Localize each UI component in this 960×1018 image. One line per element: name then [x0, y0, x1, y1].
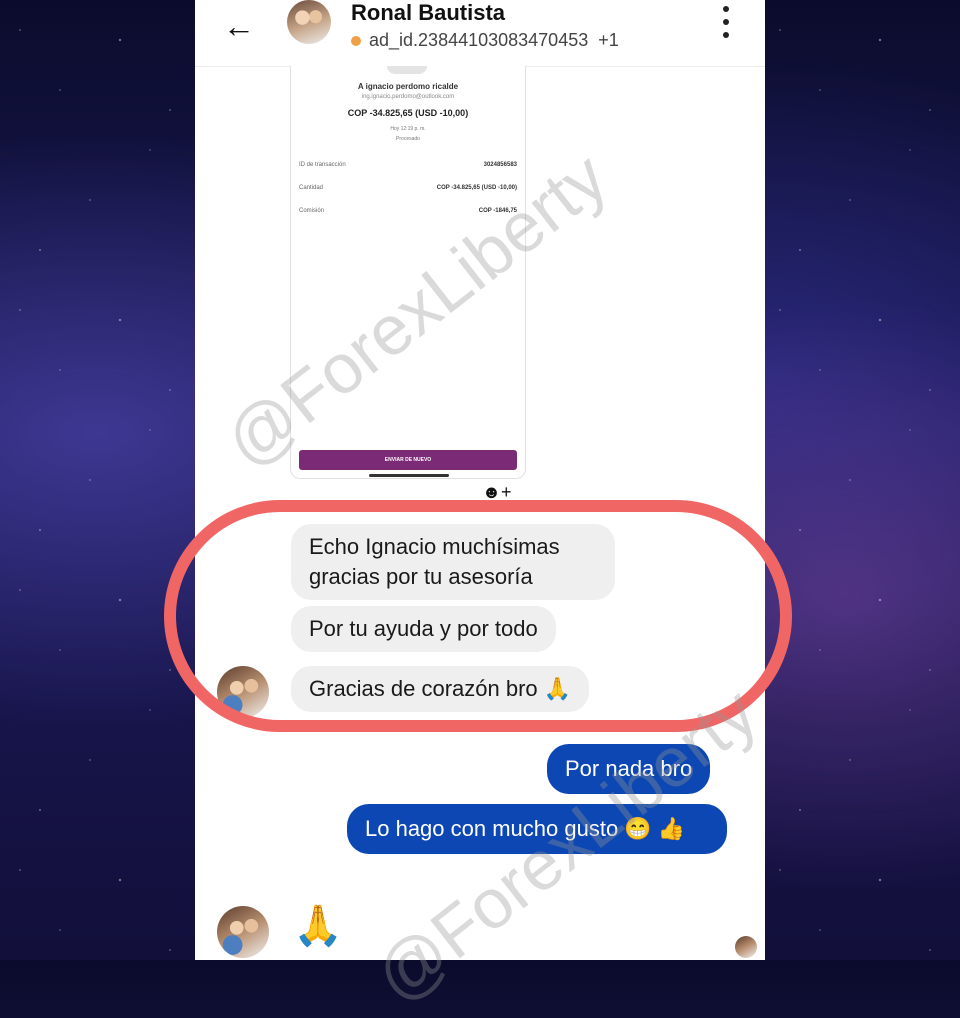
incoming-message[interactable]: Gracias de corazón bro 🙏	[291, 666, 590, 712]
receipt-row-value: 3024856583	[483, 162, 517, 168]
ad-id-text: ad_id.23844103083470453	[369, 30, 589, 50]
receipt-row-label: Cantidad	[299, 185, 324, 191]
receipt-row: ID de transacción 3024856583	[299, 162, 517, 168]
contact-subtitle: ad_id.23844103083470453 +1	[351, 30, 619, 51]
receipt-row: Cantidad COP -34.825,65 (USD -10,00)	[299, 185, 517, 191]
receipt-amount: COP -34.825,65 (USD -10,00)	[347, 108, 469, 118]
contact-name[interactable]: Ronal Bautista	[351, 0, 505, 26]
receipt-row-value: COP -1846,75	[478, 208, 517, 214]
home-indicator	[369, 474, 449, 477]
receipt-row-label: ID de transacción	[299, 162, 346, 168]
receipt-top-handle	[387, 66, 427, 74]
incoming-message[interactable]: Echo Ignacio muchísimas gracias por tu a…	[291, 524, 615, 600]
outgoing-message[interactable]: Por nada bro	[547, 744, 711, 794]
chat-screen: ← Ronal Bautista ad_id.23844103083470453…	[195, 0, 765, 960]
receipt-email: ing.ignacio.perdomo@outlook.com	[361, 94, 455, 100]
receipt-row-label: Comisión	[299, 208, 325, 214]
status-dot-icon	[351, 36, 361, 47]
sender-avatar[interactable]	[217, 906, 269, 958]
contact-avatar[interactable]	[287, 0, 331, 44]
chat-header: ← Ronal Bautista ad_id.23844103083470453…	[195, 0, 765, 67]
incoming-message[interactable]: Por tu ayuda y por todo	[291, 606, 556, 652]
praying-hands-emoji-message[interactable]: 🙏	[293, 902, 343, 949]
send-again-button: ENVIAR DE NUEVO	[299, 450, 517, 470]
seen-avatar	[735, 936, 757, 958]
extra-count: +1	[598, 30, 619, 50]
receipt-row: Comisión COP -1846,75	[299, 208, 517, 214]
receipt-time: Hoy 12:19 p. m.	[390, 126, 426, 132]
receipt-status: Procesado	[396, 136, 420, 142]
add-reaction-icon[interactable]: ☻+	[482, 482, 511, 503]
sender-avatar[interactable]	[217, 666, 269, 718]
outgoing-message[interactable]: Lo hago con mucho gusto 😁 👍	[347, 804, 727, 854]
more-options-icon[interactable]	[723, 6, 729, 45]
receipt-row-value: COP -34.825,65 (USD -10,00)	[436, 185, 517, 191]
back-arrow-icon[interactable]: ←	[223, 8, 255, 45]
receipt-recipient: A ignacio perdomo ricalde	[357, 82, 459, 91]
receipt-image[interactable]: A ignacio perdomo ricalde ing.ignacio.pe…	[290, 66, 526, 479]
